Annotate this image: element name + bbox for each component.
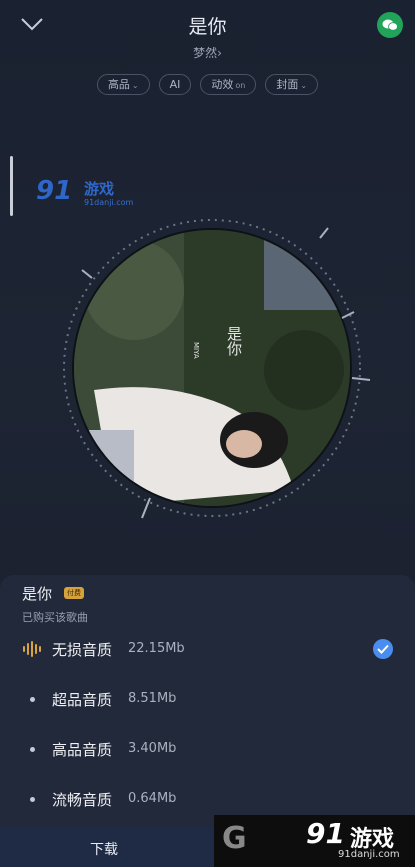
artist-name: 梦然 [193, 46, 218, 60]
wechat-icon[interactable] [377, 12, 403, 38]
chevron-down-icon: ⌄ [131, 81, 139, 90]
purchase-status: 已购买该歌曲 [22, 611, 88, 624]
album-cover: 是你 MIYA [74, 230, 350, 506]
chip-quality-label: 高品 [107, 78, 130, 91]
cover-title: 是你 [225, 326, 243, 356]
download-button[interactable]: 下载 [90, 839, 118, 859]
chip-ai-label: AI [169, 78, 181, 91]
watermark-brand: 91 [36, 176, 73, 206]
quality-label: 超品音质 [52, 691, 113, 709]
quality-label: 无损音质 [52, 641, 113, 659]
watermark-url: 91danji.com [338, 849, 400, 860]
quality-option-high[interactable]: 高品音质 3.40Mb [0, 729, 415, 769]
cover-art [74, 230, 350, 506]
chip-cover[interactable]: 封面 ⌄ [265, 74, 319, 95]
quality-option-lossless[interactable]: 无损音质 22.15Mb [0, 629, 415, 669]
watermark-bottom: G 91 游戏 91danji.com [214, 815, 415, 867]
chevron-right-icon: › [217, 46, 222, 60]
quality-size: 3.40Mb [128, 741, 177, 756]
top-bar: 是你 梦然› 高品 ⌄ AI 动效 on 封面 ⌄ [0, 0, 415, 100]
lyric-indicator[interactable] [10, 156, 13, 216]
chevron-down-icon: ⌄ [300, 81, 308, 90]
watermark-text: 游戏 [84, 180, 115, 198]
chip-ai[interactable]: AI [158, 74, 192, 95]
waveform-icon [22, 641, 42, 657]
song-title: 是你 [188, 16, 227, 38]
dot-icon [30, 747, 35, 752]
watermark-logo: 91 游戏 91danji.com [36, 176, 136, 210]
album-disc[interactable]: 是你 MIYA [52, 208, 372, 528]
quality-size: 8.51Mb [128, 691, 177, 706]
cover-artist: MIYA [192, 342, 200, 359]
quality-option-smooth[interactable]: 流畅音质 0.64Mb [0, 779, 415, 819]
option-chips: 高品 ⌄ AI 动效 on 封面 ⌄ [0, 74, 415, 95]
quality-option-super[interactable]: 超品音质 8.51Mb [0, 679, 415, 719]
watermark-url: 91danji.com [84, 198, 134, 207]
chip-effects-label: 动效 [211, 78, 234, 91]
watermark-brand: 91 [306, 817, 345, 850]
watermark-g-logo: G [222, 821, 247, 856]
paid-badge: 付费 [64, 587, 84, 599]
artist-link[interactable]: 梦然› [0, 44, 415, 61]
dot-icon [30, 697, 35, 702]
quality-size: 22.15Mb [128, 641, 185, 656]
sheet-song-title: 是你 [22, 585, 53, 603]
chip-effects[interactable]: 动效 on [200, 74, 257, 95]
dot-icon [30, 797, 35, 802]
quality-label: 流畅音质 [52, 791, 113, 809]
quality-size: 0.64Mb [128, 791, 177, 806]
chip-effects-state: on [235, 81, 246, 90]
check-icon [373, 639, 393, 659]
chip-cover-label: 封面 [276, 78, 299, 91]
quality-label: 高品音质 [52, 741, 113, 759]
chip-quality[interactable]: 高品 ⌄ [96, 74, 150, 95]
